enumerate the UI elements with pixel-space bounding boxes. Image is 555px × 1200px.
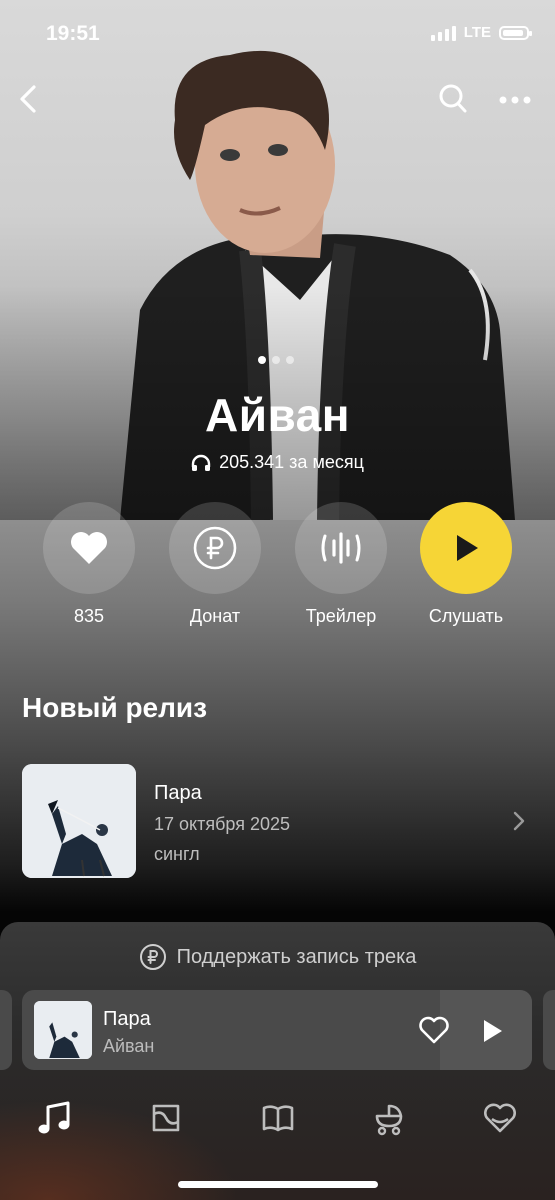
- new-release-item[interactable]: Пара 17 октября 2025 сингл: [22, 764, 534, 878]
- status-indicators: LTE: [430, 24, 532, 41]
- stroller-icon: [375, 1104, 403, 1136]
- search-icon: [439, 84, 467, 113]
- more-button[interactable]: [498, 92, 532, 110]
- release-date: 17 октября 2025: [154, 814, 291, 834]
- tab-music[interactable]: [24, 1088, 84, 1148]
- signal-icon: [430, 25, 456, 41]
- search-button[interactable]: [438, 83, 468, 120]
- likes-count: 835: [73, 606, 105, 626]
- headphones-icon: [191, 454, 211, 471]
- section-title: Новый релиз: [22, 692, 208, 723]
- pager-dot: [272, 356, 280, 364]
- book-icon: [262, 1105, 294, 1132]
- trailer-label: Трейлер: [305, 606, 377, 626]
- like-circle: [43, 502, 135, 594]
- prev-player-card[interactable]: [0, 990, 12, 1070]
- mini-player[interactable]: Пара Айван: [22, 990, 532, 1070]
- player-track-artist: Айван: [103, 1036, 155, 1056]
- listen-button[interactable]: Слушать: [406, 502, 526, 627]
- play-icon: [457, 535, 478, 561]
- artist-actions: 835 Донат Трейлер Слушать: [0, 502, 555, 632]
- listen-label: Слушать: [428, 606, 504, 626]
- trailer-circle: [295, 502, 387, 594]
- heart-outline-icon: [484, 1103, 516, 1133]
- donate-circle: [169, 502, 261, 594]
- battery-icon: [499, 25, 532, 40]
- ruble-icon: [139, 944, 166, 970]
- music-note-icon: [38, 1101, 70, 1134]
- player-play-button[interactable]: [482, 1018, 504, 1049]
- tab-library[interactable]: [248, 1088, 308, 1148]
- player-track-title: Пара: [103, 1008, 151, 1030]
- monthly-listeners: 205.341 за месяц: [0, 452, 555, 473]
- trailer-button[interactable]: Трейлер: [281, 502, 401, 627]
- tab-favorites[interactable]: [470, 1088, 530, 1148]
- photo-pager[interactable]: [258, 356, 294, 364]
- artist-name: Айван: [204, 389, 351, 441]
- back-button[interactable]: [16, 84, 40, 119]
- like-button[interactable]: 835: [29, 502, 149, 627]
- tab-kids[interactable]: [359, 1088, 419, 1148]
- support-label: Поддержать запись трека: [176, 945, 417, 968]
- support-track-button[interactable]: Поддержать запись трека: [0, 942, 555, 972]
- tab-bar: [0, 1088, 555, 1148]
- chevron-left-icon: [20, 85, 36, 113]
- player-like-button[interactable]: [418, 1016, 450, 1049]
- release-cover: [22, 764, 136, 878]
- release-type: сингл: [154, 844, 200, 864]
- home-indicator[interactable]: [178, 1181, 378, 1188]
- heart-outline-icon: [419, 1016, 449, 1044]
- donate-button[interactable]: Донат: [155, 502, 275, 627]
- heart-icon: [71, 532, 107, 564]
- status-time: 19:51: [46, 22, 100, 45]
- listeners-text: 205.341 за месяц: [219, 452, 364, 472]
- donate-label: Донат: [189, 606, 241, 626]
- player-cover: [34, 1001, 92, 1059]
- network-label: LTE: [463, 24, 491, 41]
- pager-dot: [286, 356, 294, 364]
- chevron-right-icon: [513, 811, 525, 831]
- release-title: Пара: [154, 782, 202, 804]
- waveform-icon: [321, 532, 361, 564]
- ruble-icon: [193, 526, 237, 570]
- tab-map[interactable]: [136, 1088, 196, 1148]
- status-bar: 19:51 LTE: [0, 0, 555, 60]
- play-icon: [484, 1020, 502, 1042]
- more-icon: [499, 96, 531, 104]
- pager-dot: [258, 356, 266, 364]
- top-bar: [0, 70, 555, 130]
- next-player-card[interactable]: [543, 990, 555, 1070]
- map-icon: [152, 1104, 180, 1132]
- listen-circle: [420, 502, 512, 594]
